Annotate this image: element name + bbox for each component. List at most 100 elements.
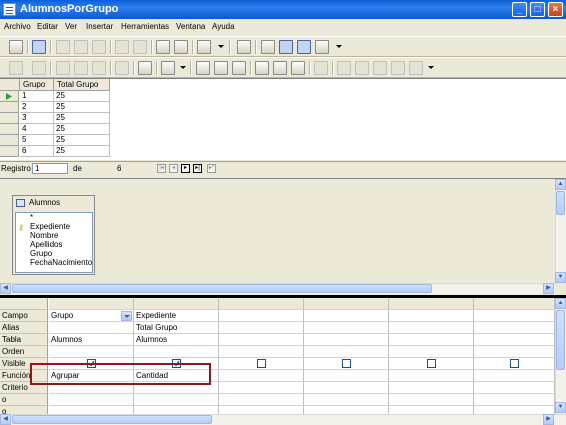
alias-cell[interactable] <box>219 322 304 334</box>
column-selector[interactable] <box>219 298 304 310</box>
menu-editar[interactable]: Editar <box>37 22 58 31</box>
scroll-thumb[interactable] <box>12 284 432 293</box>
chevron-down-icon[interactable] <box>121 311 132 321</box>
column-header-total-grupo[interactable]: Total Grupo <box>54 79 110 91</box>
field-cell[interactable] <box>304 310 389 322</box>
table-cell[interactable]: 6 <box>20 146 54 157</box>
alias-cell[interactable] <box>49 322 134 334</box>
scroll-up-icon[interactable]: ▲ <box>555 179 566 190</box>
undo-icon[interactable] <box>115 61 129 75</box>
query-design-grid[interactable]: Campo Alias Tabla Orden Visible Función … <box>0 298 566 425</box>
scroll-right-icon[interactable]: ▶ <box>543 414 554 425</box>
sort-icon[interactable] <box>232 61 246 75</box>
field-cell[interactable] <box>474 310 555 322</box>
sort-ascending-icon[interactable] <box>196 61 210 75</box>
scroll-down-icon[interactable]: ▼ <box>555 402 566 413</box>
grid-vertical-scrollbar[interactable]: ▲ ▼ <box>555 298 566 414</box>
delete-icon[interactable] <box>197 40 211 54</box>
menu-ventana[interactable]: Ventana <box>176 22 205 31</box>
sort-cell[interactable] <box>49 346 134 358</box>
results-grid[interactable]: Grupo Total Grupo 1 25 2 25 3 25 4 25 5 … <box>0 78 566 160</box>
visible-checkbox[interactable] <box>342 359 351 368</box>
field-item[interactable]: Apellidos <box>30 240 62 249</box>
maximize-button[interactable]: □ <box>530 2 545 17</box>
row-header[interactable] <box>0 102 19 113</box>
visible-checkbox[interactable] <box>427 359 436 368</box>
column-selector[interactable] <box>49 298 134 310</box>
table-cell[interactable]: 25 <box>54 124 110 135</box>
criteria-cell[interactable] <box>474 382 555 394</box>
sort-cell[interactable] <box>304 346 389 358</box>
table-cell[interactable]: 5 <box>20 135 54 146</box>
cut-icon[interactable] <box>56 40 70 54</box>
table-cell[interactable]: 1 <box>20 91 54 102</box>
function-cell[interactable] <box>389 370 474 382</box>
or-cell[interactable] <box>49 394 134 406</box>
field-item[interactable]: Expediente <box>30 222 70 231</box>
criteria-cell[interactable] <box>219 382 304 394</box>
row-header[interactable] <box>0 124 19 135</box>
field-item[interactable]: FechaNacimiento <box>30 258 92 267</box>
cut-icon[interactable] <box>56 61 70 75</box>
column-header-grupo[interactable]: Grupo <box>20 79 54 91</box>
or-cell[interactable] <box>304 394 389 406</box>
table-cell[interactable]: 25 <box>54 135 110 146</box>
sort-descending-icon[interactable] <box>214 61 228 75</box>
alias-cell[interactable] <box>389 322 474 334</box>
field-cell[interactable] <box>219 310 304 322</box>
data-to-text-icon[interactable] <box>337 61 351 75</box>
first-record-icon[interactable]: |◂ <box>157 164 166 173</box>
scroll-thumb[interactable] <box>12 415 212 424</box>
criteria-cell[interactable] <box>304 382 389 394</box>
sort-cell[interactable] <box>389 346 474 358</box>
copy-icon[interactable] <box>74 40 88 54</box>
row-header-current[interactable] <box>0 91 19 102</box>
refresh-icon[interactable] <box>161 61 175 75</box>
table-cell[interactable]: 4 <box>20 124 54 135</box>
design-horizontal-scrollbar[interactable]: ◀ ▶ <box>0 283 555 294</box>
column-selector[interactable] <box>134 298 219 310</box>
table-name-icon[interactable] <box>279 40 293 54</box>
run-query-icon[interactable] <box>156 40 170 54</box>
field-item[interactable]: Nombre <box>30 231 58 240</box>
row-header[interactable] <box>0 113 19 124</box>
data-to-fields-icon[interactable] <box>355 61 369 75</box>
visible-cell[interactable] <box>474 358 555 370</box>
table-window-alumnos[interactable]: Alumnos * ⚷ Expediente Nombre Apellidos … <box>12 195 95 275</box>
new-record-icon[interactable]: ▸* <box>207 164 216 173</box>
menu-archivo[interactable]: Archivo <box>4 22 31 31</box>
column-selector[interactable] <box>389 298 474 310</box>
standard-filter-icon[interactable] <box>291 61 305 75</box>
add-table-icon[interactable] <box>237 40 251 54</box>
row-header[interactable] <box>0 146 19 157</box>
remove-filter-icon[interactable] <box>314 61 328 75</box>
table-cell[interactable] <box>474 334 555 346</box>
column-selector[interactable] <box>474 298 555 310</box>
distinct-values-icon[interactable] <box>315 40 329 54</box>
table-cell[interactable]: Alumnos <box>49 334 134 346</box>
apply-filter-icon[interactable] <box>273 61 287 75</box>
autofilter-icon[interactable] <box>255 61 269 75</box>
table-window-header[interactable]: Alumnos <box>13 196 94 210</box>
menu-herramientas[interactable]: Herramientas <box>121 22 169 31</box>
table-cell[interactable]: 25 <box>54 91 110 102</box>
table-cell[interactable] <box>389 334 474 346</box>
scroll-left-icon[interactable]: ◀ <box>0 283 11 294</box>
mail-merge-icon[interactable] <box>373 61 387 75</box>
save-icon[interactable] <box>9 40 23 54</box>
visible-cell[interactable] <box>219 358 304 370</box>
edit-mode-icon[interactable] <box>32 40 46 54</box>
sort-cell[interactable] <box>134 346 219 358</box>
chevron-down-icon[interactable] <box>336 45 342 48</box>
criteria-cell[interactable] <box>389 382 474 394</box>
function-cell[interactable] <box>219 370 304 382</box>
edit-data-icon[interactable] <box>32 61 46 75</box>
sort-cell[interactable] <box>219 346 304 358</box>
field-cell[interactable] <box>389 310 474 322</box>
or-cell[interactable] <box>134 394 219 406</box>
table-cell[interactable]: 25 <box>54 146 110 157</box>
menu-ayuda[interactable]: Ayuda <box>212 22 235 31</box>
alias-cell[interactable] <box>474 322 555 334</box>
or-cell[interactable] <box>219 394 304 406</box>
record-number-input[interactable]: 1 <box>32 163 68 174</box>
